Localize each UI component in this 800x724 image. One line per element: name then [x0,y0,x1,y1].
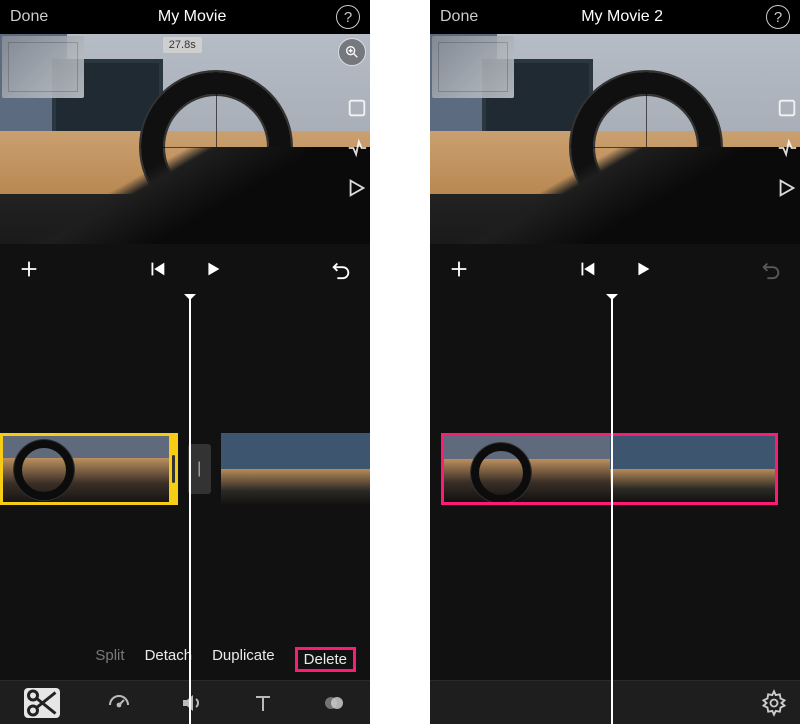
clips-row [430,432,800,506]
add-media-icon[interactable] [448,258,470,280]
zoom-in-icon[interactable] [338,38,366,66]
transport-bar [430,244,800,294]
skip-start-icon[interactable] [576,258,598,280]
bottom-toolbar [0,680,370,724]
transport-bar [0,244,370,294]
clip-selected[interactable] [441,433,778,505]
clip-trim-handle[interactable] [169,433,178,505]
clip-selected[interactable] [0,433,178,505]
add-media-icon[interactable] [18,258,40,280]
detach-button[interactable]: Detach [145,647,193,672]
titles-icon[interactable] [251,691,275,715]
time-badge: 27.8s [163,37,202,53]
help-icon[interactable]: ? [766,5,790,29]
transition-icon[interactable]: | [188,444,211,494]
settings-icon[interactable] [760,689,788,717]
game-minimap [2,36,84,98]
topbar: Done My Movie 2 ? [430,0,800,34]
done-button[interactable]: Done [10,8,48,26]
project-title: My Movie 2 [581,8,663,26]
clip-actions: Split Detach Duplicate Delete [0,647,370,678]
play-icon[interactable] [632,258,654,280]
timeline[interactable]: | Split Detach Duplicate Delete [0,294,370,724]
undo-icon[interactable] [760,258,782,280]
screen-left: Done My Movie ? 27.8s [0,0,370,724]
speedometer-icon[interactable] [107,691,131,715]
topbar: Done My Movie ? [0,0,370,34]
filters-icon[interactable] [322,691,346,715]
clip-2[interactable] [221,433,370,505]
screen-right: Done My Movie 2 ? [430,0,800,724]
undo-icon[interactable] [330,258,352,280]
playhead[interactable] [611,294,613,724]
video-preview[interactable]: 27.8s [0,34,370,244]
clips-row: | [0,432,370,506]
scissors-icon[interactable] [24,688,60,718]
duplicate-button[interactable]: Duplicate [212,647,275,672]
help-icon[interactable]: ? [336,5,360,29]
timeline[interactable] [430,294,800,724]
play-icon[interactable] [202,258,224,280]
done-button[interactable]: Done [440,8,478,26]
volume-icon[interactable] [179,691,203,715]
split-button[interactable]: Split [95,647,124,672]
game-weapon [0,147,370,244]
delete-button[interactable]: Delete [295,647,356,672]
game-weapon [430,147,800,244]
game-minimap [432,36,514,98]
bottom-toolbar [430,680,800,724]
skip-start-icon[interactable] [146,258,168,280]
project-title: My Movie [158,8,226,26]
video-preview[interactable] [430,34,800,244]
playhead[interactable] [189,294,191,724]
